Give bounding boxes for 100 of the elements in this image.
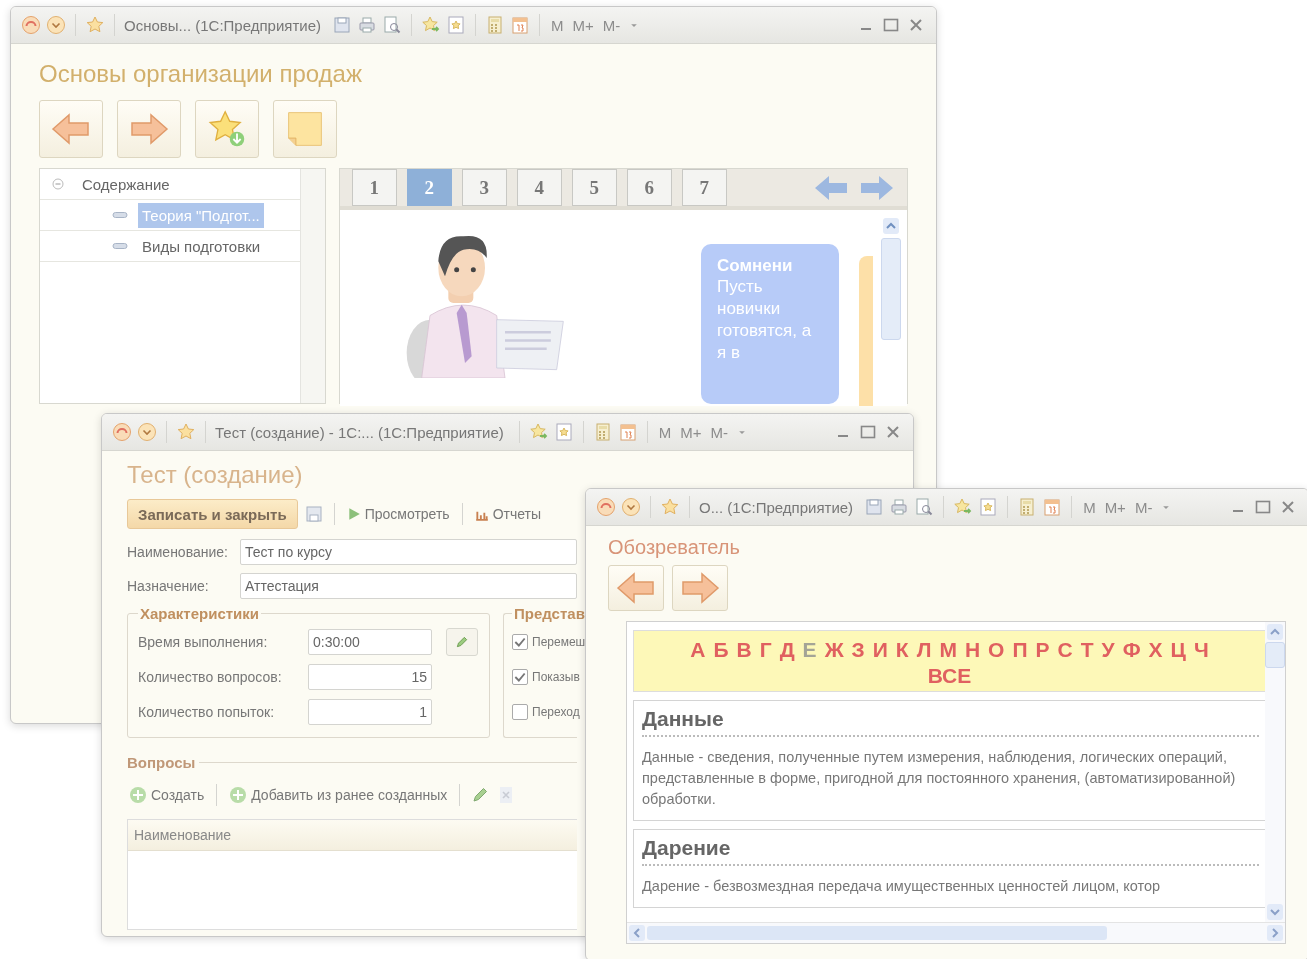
memory-button[interactable]: M: [1081, 498, 1098, 516]
letter-link[interactable]: И: [872, 637, 888, 663]
page-tab[interactable]: 7: [681, 169, 727, 206]
page-tab[interactable]: 4: [516, 169, 562, 206]
tree-item[interactable]: Теория "Подгот...: [138, 202, 264, 228]
letter-link[interactable]: Л: [916, 637, 932, 663]
scroll-up-icon[interactable]: [883, 218, 899, 234]
memory-button[interactable]: M-: [708, 423, 731, 441]
forward-button[interactable]: [117, 100, 181, 158]
star-icon[interactable]: [176, 422, 196, 442]
print-icon[interactable]: [357, 15, 377, 35]
letter-link[interactable]: Ц: [1170, 637, 1186, 663]
letter-link[interactable]: Ч: [1193, 637, 1209, 663]
letter-link[interactable]: Р: [1035, 637, 1050, 663]
memory-button[interactable]: M: [656, 423, 674, 441]
checkbox[interactable]: [512, 703, 528, 720]
time-field[interactable]: 0:30:00: [308, 628, 432, 655]
letter-link[interactable]: П: [1012, 637, 1028, 663]
number-field[interactable]: 15: [308, 663, 432, 690]
letter-link[interactable]: Д: [779, 637, 795, 663]
page-tab[interactable]: 5: [571, 169, 617, 206]
scroll-left-icon[interactable]: [629, 925, 645, 941]
page-tab[interactable]: 2: [406, 169, 452, 206]
letter-link[interactable]: Г: [759, 637, 772, 663]
letter-link[interactable]: У: [1101, 637, 1115, 663]
scroll-down-icon[interactable]: [1267, 904, 1283, 920]
dropdown-icon[interactable]: [137, 422, 157, 442]
preview-icon[interactable]: [382, 15, 402, 35]
save-close-button[interactable]: Записать и закрыть: [127, 499, 298, 529]
collapse-icon[interactable]: [52, 178, 64, 190]
page-tab[interactable]: 6: [626, 169, 672, 206]
print-icon[interactable]: [889, 497, 910, 517]
dropdown-icon[interactable]: [621, 497, 641, 517]
scrollbar-thumb[interactable]: [881, 238, 901, 340]
memory-button[interactable]: M-: [600, 16, 623, 34]
bookmark-icon[interactable]: [553, 422, 574, 442]
tree-item[interactable]: Содержание: [78, 171, 174, 197]
letter-link[interactable]: Х: [1148, 637, 1163, 663]
checkbox[interactable]: [512, 633, 528, 650]
calculator-icon[interactable]: [485, 15, 505, 35]
number-field[interactable]: 1: [308, 698, 432, 725]
letter-link[interactable]: К: [895, 637, 909, 663]
text-field[interactable]: Аттестация: [240, 573, 577, 599]
dropdown-icon[interactable]: [46, 15, 66, 35]
letter-link[interactable]: З: [851, 637, 865, 663]
all-letters-link[interactable]: ВСЕ: [927, 663, 972, 689]
scrollbar[interactable]: [627, 922, 1285, 943]
letter-link[interactable]: О: [988, 637, 1005, 663]
preview-icon[interactable]: [914, 497, 935, 517]
note-button[interactable]: [273, 100, 337, 158]
scrollbar[interactable]: [299, 169, 325, 403]
scrollbar-thumb[interactable]: [1265, 642, 1285, 668]
bookmark-icon[interactable]: [446, 15, 466, 35]
column-header[interactable]: Наименование: [128, 827, 232, 843]
scroll-up-icon[interactable]: [1267, 624, 1283, 640]
text-field[interactable]: Тест по курсу: [240, 539, 577, 565]
pencil-icon: [455, 634, 469, 649]
logo-icon[interactable]: [21, 15, 41, 35]
create-button[interactable]: Создать: [127, 786, 207, 804]
add-existing-button[interactable]: Добавить из ранее созданных: [227, 786, 450, 804]
logo-icon[interactable]: [596, 497, 616, 517]
memory-button[interactable]: M: [549, 16, 566, 34]
logo-icon[interactable]: [112, 422, 132, 442]
back-button[interactable]: [608, 565, 664, 611]
scroll-right-icon[interactable]: [1267, 925, 1283, 941]
tree-item[interactable]: Виды подготовки: [138, 233, 265, 259]
forward-button[interactable]: [672, 565, 728, 611]
star-icon[interactable]: [85, 15, 105, 35]
letter-link[interactable]: В: [736, 637, 752, 663]
edit-button[interactable]: [446, 627, 478, 656]
save-icon[interactable]: [864, 497, 885, 517]
add-favorite-button[interactable]: [195, 100, 259, 158]
memory-button[interactable]: M+: [570, 16, 596, 34]
scrollbar-thumb[interactable]: [647, 926, 1107, 940]
save-icon[interactable]: [303, 504, 324, 524]
calendar-icon[interactable]: [617, 422, 638, 442]
letter-link[interactable]: С: [1057, 637, 1073, 663]
star-icon[interactable]: [660, 497, 680, 517]
star-download-icon: [207, 109, 247, 149]
reports-button[interactable]: Отчеты: [472, 506, 544, 522]
calendar-icon[interactable]: [1042, 497, 1063, 517]
page-tab[interactable]: 3: [461, 169, 507, 206]
bookmark-icon[interactable]: [978, 497, 999, 517]
memory-button[interactable]: M+: [1102, 498, 1128, 516]
letter-link[interactable]: Н: [964, 637, 981, 663]
page-tab[interactable]: 1: [351, 169, 397, 206]
letter-link[interactable]: Ф: [1122, 637, 1141, 663]
scrollbar[interactable]: [1265, 622, 1285, 922]
save-icon[interactable]: [332, 15, 352, 35]
back-button[interactable]: [39, 100, 103, 158]
memory-button[interactable]: M+: [678, 423, 704, 441]
letter-link[interactable]: М: [939, 637, 957, 663]
memory-button[interactable]: M-: [1132, 498, 1155, 516]
checkbox[interactable]: [512, 668, 528, 685]
letter-link[interactable]: Т: [1080, 637, 1094, 663]
letter-link[interactable]: Б: [713, 637, 729, 663]
calendar-icon[interactable]: [510, 15, 530, 35]
letter-link[interactable]: Ж: [824, 637, 844, 663]
view-button[interactable]: Просмотреть: [344, 506, 452, 522]
letter-link[interactable]: А: [690, 637, 706, 663]
